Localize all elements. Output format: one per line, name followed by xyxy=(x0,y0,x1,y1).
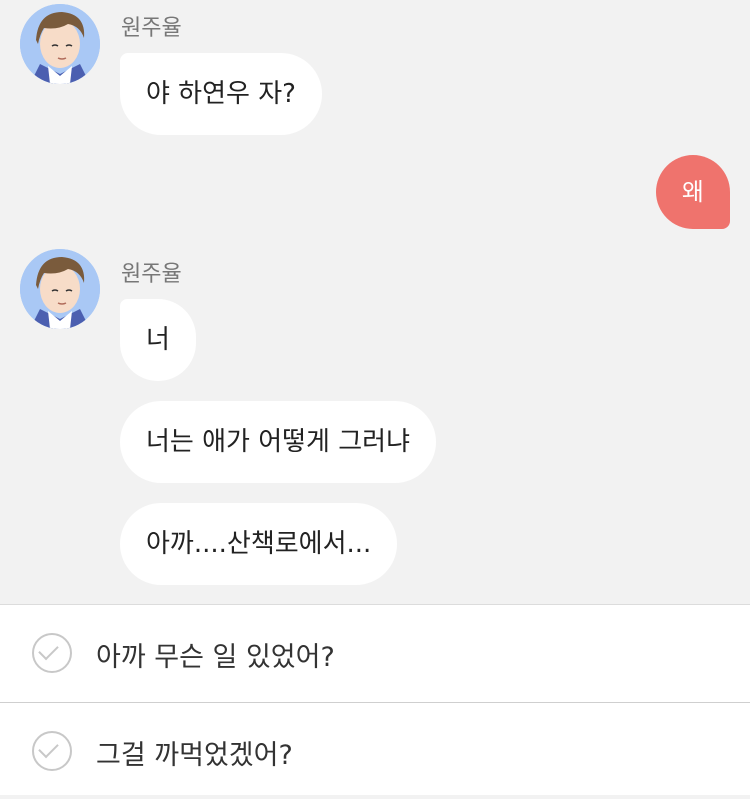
message-bubble: 너 xyxy=(120,299,196,381)
avatar[interactable] xyxy=(20,249,100,329)
sender-name: 원주율 xyxy=(121,16,182,41)
message-bubble: 너는 애가 어떻게 그러냐 xyxy=(120,401,436,483)
checkmark-icon xyxy=(32,731,72,771)
reply-choice[interactable]: 그걸 까먹었겠어? xyxy=(0,702,750,799)
message-bubble: 야 하연우 자? xyxy=(120,53,322,135)
avatar[interactable] xyxy=(20,4,100,84)
avatar-illustration xyxy=(20,4,100,84)
avatar-illustration xyxy=(20,249,100,329)
reply-choices: 아까 무슨 일 있었어? 그걸 까먹었겠어? xyxy=(0,604,750,795)
sender-name: 원주율 xyxy=(121,262,182,287)
reply-choice-label: 그걸 까먹었겠어? xyxy=(96,740,293,771)
reply-choice[interactable]: 아까 무슨 일 있었어? xyxy=(0,605,750,701)
my-message-bubble: 왜 xyxy=(655,155,730,229)
reply-choice-label: 아까 무슨 일 있었어? xyxy=(96,642,335,673)
chat-area: 원주율 야 하연우 자? 왜 원주율 너 너는 애가 어떻게 그러냐 아까...… xyxy=(0,0,750,604)
checkmark-icon xyxy=(32,633,72,673)
message-bubble: 아까....산책로에서... xyxy=(120,503,398,585)
